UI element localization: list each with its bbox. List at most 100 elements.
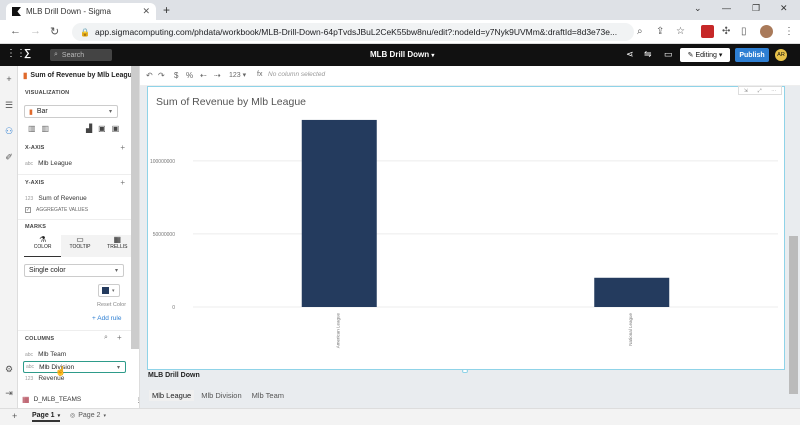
yaxis-field[interactable]: 123 Sum of Revenue	[25, 195, 87, 202]
currency-icon[interactable]: $	[174, 71, 178, 80]
datasource[interactable]: ▦ D_MLB_TEAMS ⋮	[22, 395, 142, 404]
number-type-icon: 123	[25, 195, 34, 202]
element-title-text: Sum of Revenue by Mlb League	[30, 72, 136, 79]
xaxis-field[interactable]: abc Mlb League	[25, 160, 72, 167]
add-yaxis-icon[interactable]: +	[120, 178, 125, 187]
column-item-selected[interactable]: abc Mlb Division ▾	[23, 361, 126, 373]
sigma-logo-icon[interactable]: ∑	[24, 48, 31, 59]
search-icon[interactable]: ⌕	[104, 334, 108, 342]
add-icon[interactable]: +	[4, 74, 14, 84]
chrome-menu-icon[interactable]: ⋮	[784, 26, 794, 37]
search-input[interactable]: ⌕ Search	[50, 49, 112, 61]
page-bar: + Page 1 ▾ ◎ Page 2 ▾	[0, 408, 800, 425]
sigma-app-bar: ⋮⋮ ∑ ⌕ Search MLB Drill Down ▾ ⋖ ⇋ ▭ ✎ E…	[0, 44, 800, 66]
color-swatch-picker[interactable]: ▾	[98, 284, 120, 297]
column-item[interactable]: abc Mlb Team	[25, 351, 66, 358]
chevron-down-icon: ▾	[108, 109, 112, 115]
document-title[interactable]: MLB Drill Down ▾	[370, 50, 434, 59]
reset-color-link[interactable]: Reset Color	[97, 302, 126, 308]
extensions-puzzle-icon[interactable]: ✣	[722, 26, 730, 37]
pivot-header-mlb-league[interactable]: Mlb League	[149, 390, 195, 401]
layers-icon[interactable]: ☰	[4, 100, 14, 110]
publish-button[interactable]: Publish	[735, 48, 769, 62]
redo-icon[interactable]: ↷	[158, 71, 165, 80]
y-tick-label: 100000000	[150, 159, 175, 165]
editing-mode-button[interactable]: ✎ Editing ▾	[680, 48, 730, 62]
resize-handle-icon[interactable]	[462, 369, 468, 373]
properties-panel: ▮ Sum of Revenue by Mlb League VISUALIZA…	[18, 66, 140, 408]
settings-gear-icon[interactable]: ⚙	[4, 364, 14, 374]
apps-grid-icon[interactable]: ⋮⋮	[6, 48, 26, 59]
chart-orientation-icons[interactable]: ▟▣▣	[86, 124, 125, 133]
viz-type-select[interactable]: ▮ Bar ▾	[24, 105, 118, 118]
browser-tab[interactable]: MLB Drill Down - Sigma ✕	[6, 3, 156, 20]
tab-search-icon[interactable]: ⌄	[694, 3, 702, 14]
maximize-icon[interactable]: ❐	[752, 3, 760, 14]
tab-color[interactable]: ⚗ COLOR	[24, 235, 62, 257]
lock-icon: 🔒	[80, 27, 90, 37]
chevron-down-icon: ▾	[112, 287, 115, 294]
chevron-down-icon: ▾	[103, 412, 106, 419]
add-xaxis-icon[interactable]: +	[120, 143, 125, 152]
version-icon[interactable]: ⇋	[644, 49, 652, 60]
pivot-header-mlb-division[interactable]: Mlb Division	[198, 390, 244, 401]
format-icon[interactable]: ⚇	[4, 126, 14, 136]
percent-icon[interactable]: %	[186, 71, 193, 80]
profile-avatar-icon[interactable]	[760, 25, 773, 38]
bar-chart-icon: ▮	[29, 108, 33, 116]
share-network-icon[interactable]: ⋖	[626, 49, 634, 60]
window-close-icon[interactable]: ✕	[780, 3, 788, 14]
editing-label: Editing	[695, 51, 717, 59]
new-tab-icon[interactable]: +	[163, 3, 170, 17]
add-column-icon[interactable]: +	[117, 333, 122, 342]
pivot-header-mlb-team[interactable]: Mlb Team	[249, 390, 287, 401]
bar[interactable]	[301, 119, 377, 307]
add-page-icon[interactable]: +	[12, 411, 17, 421]
x-tick-label: National League	[628, 313, 633, 346]
share-icon[interactable]: ⇪	[656, 26, 664, 37]
minimize-icon[interactable]: —	[722, 3, 731, 13]
aggregate-checkbox[interactable]: ✓ AGGREGATE VALUES	[25, 207, 88, 213]
xaxis-field-label: Mlb League	[38, 160, 73, 167]
bookmark-star-icon[interactable]: ☆	[676, 26, 685, 37]
chevron-down-icon[interactable]: ▾	[117, 364, 120, 371]
forward-icon[interactable]: →	[30, 25, 41, 37]
chart-variant-icons[interactable]: ▥▥	[28, 124, 55, 133]
panel-scrollbar[interactable]	[131, 66, 139, 349]
marks-tabs: ⚗ COLOR ▭ TOOLTIP ▦ TRELLIS	[24, 235, 136, 257]
undo-icon[interactable]: ↶	[146, 71, 153, 80]
color-mode-select[interactable]: Single color ▾	[24, 264, 124, 277]
chevron-down-icon: ▾	[57, 412, 61, 419]
color-icon: ⚗	[39, 235, 47, 244]
page-tab-1[interactable]: Page 1 ▾	[32, 412, 61, 422]
number-format-select[interactable]: 123 ▾	[229, 71, 246, 79]
tab-tooltip[interactable]: ▭ TOOLTIP	[61, 235, 99, 257]
address-bar[interactable]: 🔒 app.sigmacomputing.com/phdata/workbook…	[72, 23, 634, 41]
back-icon[interactable]: ←	[10, 25, 21, 37]
column-item[interactable]: 123 Revenue	[25, 375, 64, 382]
bar-chart-icon: ▮	[23, 71, 28, 80]
bar[interactable]	[594, 277, 670, 307]
comment-icon[interactable]: ▭	[664, 49, 673, 60]
brush-icon[interactable]: ✐	[4, 152, 14, 162]
page-tab-2[interactable]: ◎ Page 2 ▾	[70, 412, 106, 419]
decimal-increase-icon[interactable]: ⇢	[214, 71, 221, 80]
color-swatch	[102, 287, 109, 294]
collapse-icon[interactable]: ⇥	[4, 388, 14, 398]
reload-icon[interactable]: ↻	[50, 25, 59, 38]
sidebar-icon[interactable]: ▯	[741, 26, 747, 37]
search-icon: ⌕	[54, 51, 58, 58]
pivot-header-row: Mlb League Mlb Division Mlb Team	[149, 390, 287, 401]
formula-input[interactable]: No column selected	[268, 71, 325, 78]
decimal-decrease-icon[interactable]: ⇠	[200, 71, 207, 80]
browser-toolbar: ← → ↻ 🔒 app.sigmacomputing.com/phdata/wo…	[0, 20, 800, 44]
zoom-icon[interactable]: ⌕	[637, 26, 643, 37]
extension-red-icon[interactable]	[701, 25, 714, 38]
avatar[interactable]: AR	[775, 49, 787, 61]
chevron-down-icon: ▾	[114, 268, 118, 274]
chart-element[interactable]: Sum of Revenue by Mlb League ⇲ ⤢ ⋯ 0 500000…	[147, 86, 785, 370]
page-tab-label: Page 2	[78, 412, 101, 419]
add-rule-link[interactable]: + Add rule	[92, 315, 121, 322]
close-tab-icon[interactable]: ✕	[142, 6, 150, 17]
canvas-scrollbar[interactable]	[789, 236, 798, 394]
